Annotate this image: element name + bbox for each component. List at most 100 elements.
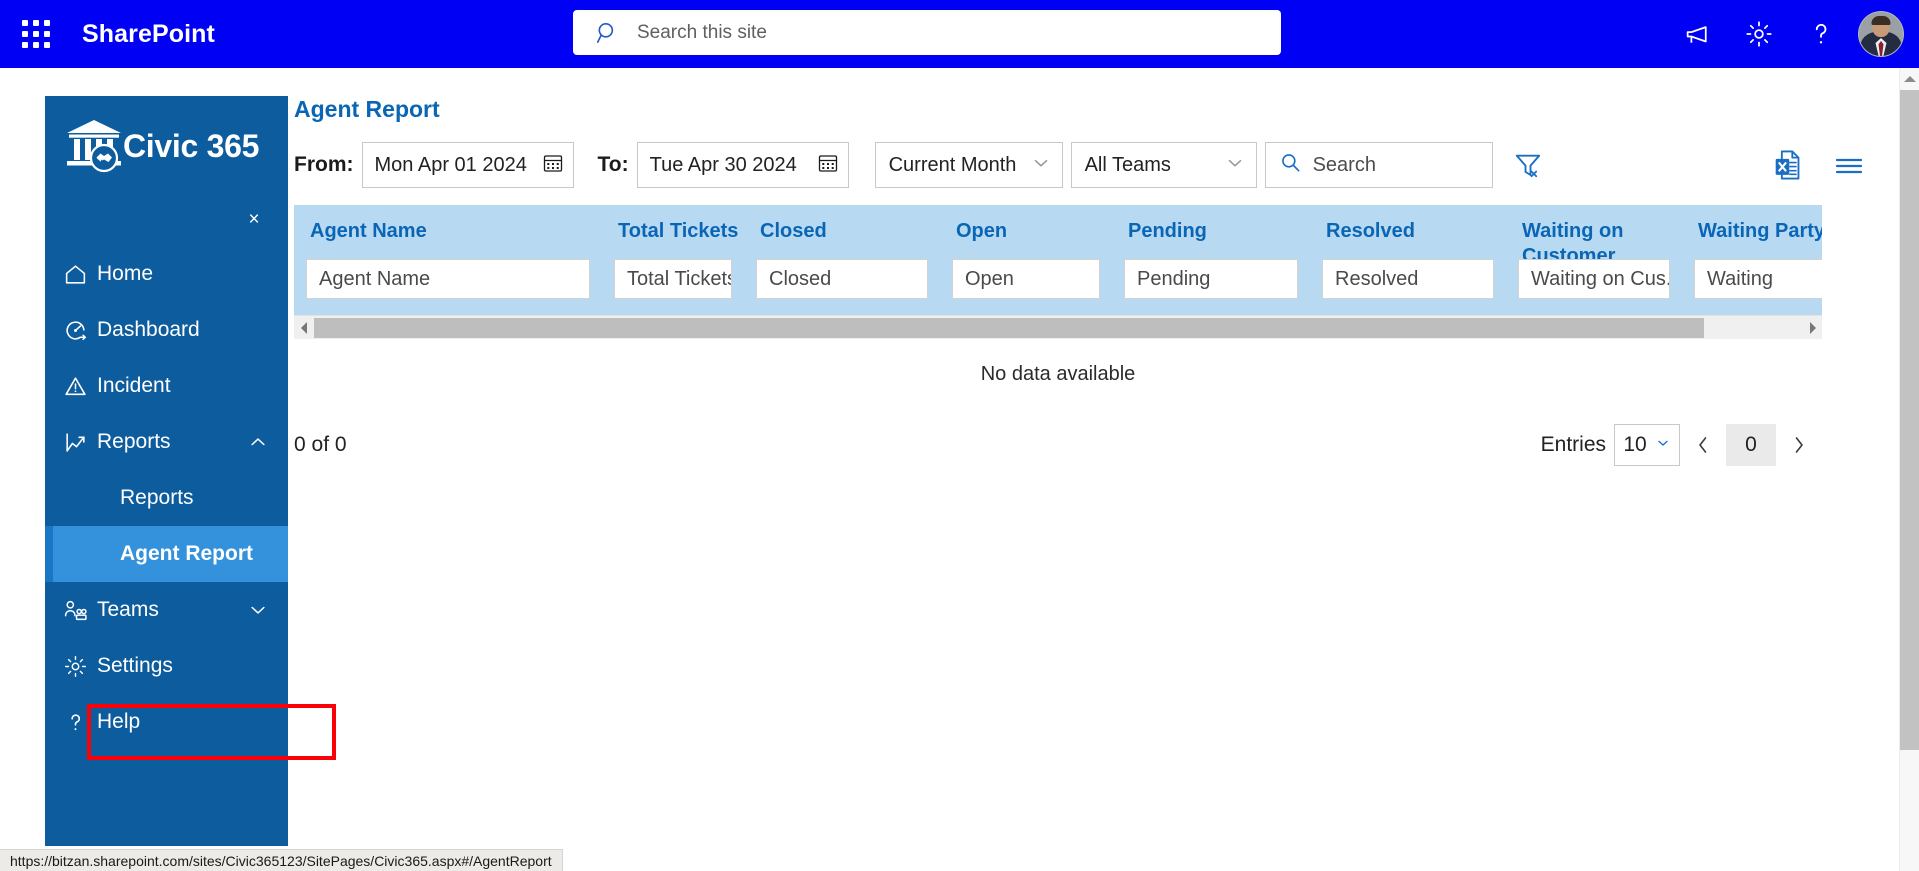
from-date-field[interactable]: Mon Apr 01 2024: [361, 142, 574, 188]
chevron-down-icon: [1655, 435, 1671, 456]
filter-cell-resolved: [1310, 259, 1506, 299]
record-count: 0 of 0: [294, 433, 347, 456]
nav-list: Home Dashboard Incident Reports Reports …: [45, 246, 288, 750]
agent-report-grid: Agent Name Total Tickets Closed Open Pen…: [294, 205, 1822, 466]
entries-value: 10: [1623, 433, 1647, 456]
sharepoint-title[interactable]: SharePoint: [82, 20, 215, 49]
gear-icon: [63, 654, 97, 679]
sidebar-item-label: Settings: [97, 654, 173, 677]
entries-per-page-select[interactable]: 10: [1614, 424, 1680, 466]
sidebar-item-agent-report[interactable]: Agent Report: [45, 526, 288, 582]
column-header-agent-name[interactable]: Agent Name: [294, 219, 602, 244]
pagination-controls: Entries 10 0: [1541, 424, 1822, 466]
filter-input-resolved[interactable]: [1322, 259, 1494, 299]
sidebar-item-help[interactable]: Help: [45, 694, 288, 750]
grid-inner: Agent Name Total Tickets Closed Open Pen…: [294, 205, 1822, 315]
warning-triangle-icon: [63, 374, 97, 399]
calendar-icon[interactable]: [541, 151, 565, 180]
filter-input-open[interactable]: [952, 259, 1100, 299]
scroll-up-icon[interactable]: [1900, 68, 1919, 90]
grid-footer: 0 of 0 Entries 10 0: [294, 424, 1822, 466]
sidebar-item-label: Agent Report: [120, 542, 253, 565]
close-icon[interactable]: ×: [242, 208, 266, 232]
line-chart-icon: [63, 430, 97, 455]
filter-cell-closed: [744, 259, 940, 299]
sidebar-item-teams[interactable]: Teams: [45, 582, 288, 638]
filter-input-agent-name[interactable]: [306, 259, 590, 299]
page-title: Agent Report: [294, 96, 440, 122]
report-search-input[interactable]: [1312, 153, 1463, 177]
column-header-closed[interactable]: Closed: [744, 219, 940, 244]
filter-clear-icon[interactable]: [1513, 150, 1543, 180]
to-date-field[interactable]: Tue Apr 30 2024: [636, 142, 849, 188]
filter-input-closed[interactable]: [756, 259, 928, 299]
megaphone-icon[interactable]: [1666, 0, 1728, 68]
grid-horizontal-scrollbar[interactable]: [294, 315, 1822, 339]
sidebar-item-reports-sub[interactable]: Reports: [45, 470, 288, 526]
column-header-open[interactable]: Open: [940, 219, 1112, 244]
brand-area[interactable]: Civic 365: [45, 96, 288, 196]
chevron-down-icon[interactable]: [1224, 152, 1246, 179]
next-page-button[interactable]: [1776, 424, 1822, 466]
previous-page-button[interactable]: [1680, 424, 1726, 466]
dashboard-gauge-icon: [63, 318, 97, 343]
gear-icon[interactable]: [1728, 0, 1790, 68]
column-header-resolved[interactable]: Resolved: [1310, 219, 1506, 244]
current-page-number[interactable]: 0: [1726, 424, 1776, 466]
filter-cell-total-tickets: [602, 259, 744, 299]
question-mark-icon[interactable]: [1790, 0, 1852, 68]
scrollbar-thumb[interactable]: [314, 318, 1704, 338]
excel-export-icon[interactable]: [1773, 149, 1803, 181]
page-body: Civic 365 × Home Dashboard Incident Repo…: [0, 68, 1919, 871]
to-label: To:: [597, 153, 629, 176]
search-input[interactable]: [637, 21, 1281, 44]
search-icon: [595, 20, 621, 46]
column-header-pending[interactable]: Pending: [1112, 219, 1310, 244]
grid-viewport: Agent Name Total Tickets Closed Open Pen…: [294, 205, 1822, 315]
filter-input-waiting-on-customer[interactable]: [1518, 259, 1670, 299]
filter-cell-waiting-party: [1682, 259, 1822, 299]
site-navigation: Civic 365 × Home Dashboard Incident Repo…: [45, 96, 336, 846]
team-select[interactable]: All Teams: [1070, 142, 1257, 188]
from-label: From:: [294, 153, 354, 176]
scrollbar-track[interactable]: [314, 316, 1802, 339]
question-mark-icon: [63, 710, 97, 735]
suite-header-bar: SharePoint: [0, 0, 1919, 68]
avatar[interactable]: [1858, 11, 1904, 57]
sidebar-item-reports[interactable]: Reports: [45, 414, 288, 470]
chevron-right-icon[interactable]: [1802, 321, 1822, 334]
chevron-down-icon[interactable]: [1030, 152, 1052, 179]
sidebar-item-label: Dashboard: [97, 318, 200, 341]
filter-cell-agent-name: [294, 259, 602, 299]
chevron-down-icon[interactable]: [248, 600, 268, 620]
sidebar-item-label: Reports: [97, 430, 171, 453]
filter-toolbar: From: Mon Apr 01 2024 To: Tue Apr 30 202…: [294, 141, 1873, 189]
filter-input-waiting-party[interactable]: [1694, 259, 1822, 299]
hamburger-menu-icon[interactable]: [1833, 153, 1865, 177]
column-header-total-tickets[interactable]: Total Tickets: [602, 219, 744, 244]
team-select-value: All Teams: [1084, 154, 1171, 176]
page-vertical-scrollbar[interactable]: [1899, 68, 1919, 871]
people-icon: [63, 598, 97, 623]
filter-input-pending[interactable]: [1124, 259, 1298, 299]
suite-actions: [1666, 0, 1919, 68]
chevron-left-icon[interactable]: [294, 321, 314, 334]
scrollbar-thumb[interactable]: [1900, 90, 1919, 750]
site-search-container[interactable]: [573, 10, 1281, 55]
main-content: Agent Report From: Mon Apr 01 2024 To: T…: [294, 96, 1873, 466]
app-launcher-icon[interactable]: [12, 10, 60, 58]
empty-state-message: No data available: [980, 363, 1136, 385]
period-select[interactable]: Current Month: [874, 142, 1063, 188]
chevron-up-icon[interactable]: [248, 432, 268, 452]
sidebar-item-settings[interactable]: Settings: [45, 638, 288, 694]
calendar-icon[interactable]: [816, 151, 840, 180]
report-search-field[interactable]: [1264, 142, 1493, 188]
sidebar-item-incident[interactable]: Incident: [45, 358, 288, 414]
sidebar-item-label: Help: [97, 710, 141, 733]
sidebar-item-home[interactable]: Home: [45, 246, 288, 302]
from-date-value: Mon Apr 01 2024: [374, 153, 527, 176]
sidebar-item-label: Home: [97, 262, 154, 285]
sidebar-item-dashboard[interactable]: Dashboard: [45, 302, 288, 358]
column-header-waiting-party[interactable]: Waiting Party: [1682, 219, 1822, 244]
filter-input-total-tickets[interactable]: [614, 259, 732, 299]
